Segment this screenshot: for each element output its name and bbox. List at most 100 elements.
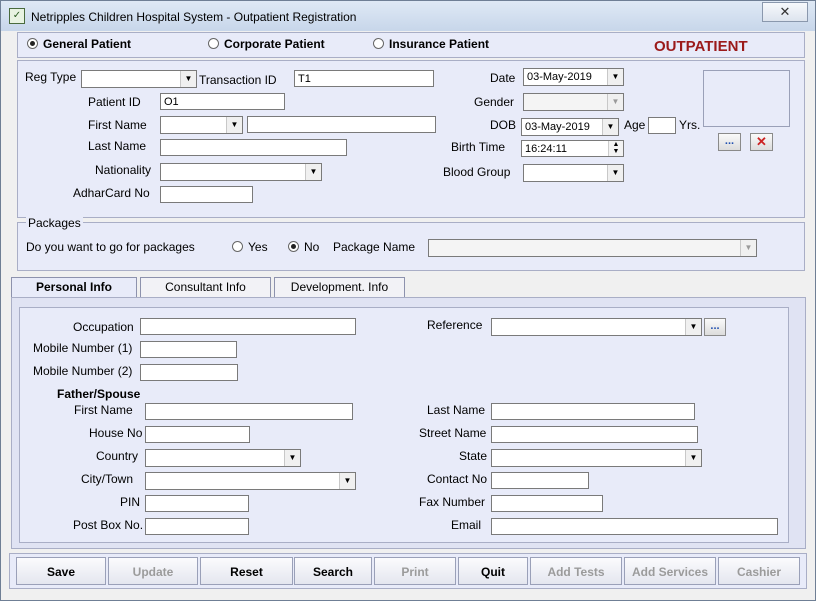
add-tests-button[interactable]: Add Tests [530, 557, 622, 585]
chevron-down-icon: ▼ [339, 473, 355, 489]
insurance-patient-label: Insurance Patient [389, 37, 490, 51]
birth-time-spinner[interactable]: 16:24:11 ▲ ▼ [521, 140, 624, 157]
add-services-button[interactable]: Add Services [624, 557, 716, 585]
add-services-label: Add Services [631, 565, 709, 579]
mobile1-label: Mobile Number (1) [33, 341, 133, 355]
house-no-field[interactable] [145, 426, 250, 443]
birth-time-value: 16:24:11 [525, 143, 568, 155]
adharcard-label: AdharCard No [73, 186, 150, 200]
close-window-button[interactable]: ✕ [762, 2, 808, 22]
date-picker[interactable]: 03-May-2019 ▼ [523, 68, 624, 86]
father-first-name-label: First Name [74, 403, 133, 417]
country-select[interactable]: ▼ [145, 449, 301, 467]
post-box-label: Post Box No. [73, 518, 144, 532]
save-button[interactable]: Save [16, 557, 106, 585]
occupation-label: Occupation [73, 320, 134, 334]
reset-label: Reset [230, 565, 263, 579]
photo-clear-button[interactable]: ✕ [750, 133, 773, 151]
patient-type-bar: General Patient Corporate Patient Insura… [17, 32, 805, 58]
post-box-field[interactable] [145, 518, 249, 535]
city-select[interactable]: ▼ [145, 472, 356, 490]
contact-no-field[interactable] [491, 472, 589, 489]
patient-photo-box [703, 70, 790, 127]
blood-group-label: Blood Group [443, 165, 511, 179]
first-name-field[interactable] [247, 116, 436, 133]
tab-consultant-info-label: Consultant Info [165, 280, 246, 294]
reference-browse-button[interactable]: ... [704, 318, 726, 336]
package-name-select[interactable]: ▼ [428, 239, 757, 257]
chevron-down-icon: ▼ [740, 240, 756, 256]
street-name-field[interactable] [491, 426, 698, 443]
dob-label: DOB [490, 118, 517, 132]
insurance-patient-radio[interactable]: Insurance Patient [373, 37, 489, 51]
occupation-field[interactable] [140, 318, 356, 335]
father-last-name-field[interactable] [491, 403, 695, 420]
radio-icon [208, 38, 219, 49]
reference-label: Reference [427, 318, 483, 332]
chevron-down-icon: ▼ [284, 450, 300, 466]
state-select[interactable]: ▼ [491, 449, 702, 467]
fax-number-label: Fax Number [419, 495, 486, 509]
packages-panel: Packages Do you want to go for packages … [17, 216, 805, 271]
tab-personal-info[interactable]: Personal Info [11, 277, 137, 299]
reset-button[interactable]: Reset [200, 557, 293, 585]
reg-type-label: Reg Type [25, 70, 77, 84]
quit-button[interactable]: Quit [458, 557, 528, 585]
patient-id-field[interactable]: O1 [160, 93, 285, 110]
age-field[interactable] [648, 117, 676, 134]
photo-browse-button[interactable]: ... [718, 133, 741, 151]
packages-yes-label: Yes [248, 240, 268, 254]
chevron-down-icon: ▼ [305, 164, 321, 180]
reference-select[interactable]: ▼ [491, 318, 702, 336]
spinner-arrows-icon[interactable]: ▲ ▼ [608, 141, 623, 156]
general-patient-radio[interactable]: General Patient [27, 37, 131, 51]
packages-yes-radio[interactable]: Yes [232, 240, 268, 254]
dob-picker[interactable]: 03-May-2019 ▼ [521, 118, 619, 136]
search-button[interactable]: Search [294, 557, 372, 585]
blood-group-select[interactable]: ▼ [523, 164, 624, 182]
chevron-down-icon: ▼ [685, 319, 701, 335]
age-label: Age [624, 118, 646, 132]
pin-label: PIN [120, 495, 141, 509]
pin-field[interactable] [145, 495, 249, 512]
tab-consultant-info[interactable]: Consultant Info [140, 277, 271, 297]
nationality-select[interactable]: ▼ [160, 163, 322, 181]
title-select[interactable]: ▼ [160, 116, 243, 134]
date-label: Date [490, 71, 516, 85]
cashier-button[interactable]: Cashier [718, 557, 800, 585]
update-button[interactable]: Update [108, 557, 198, 585]
father-first-name-field[interactable] [145, 403, 353, 420]
mobile2-field[interactable] [140, 364, 238, 381]
update-label: Update [132, 565, 174, 579]
quit-label: Quit [481, 565, 505, 579]
delete-icon: ✕ [756, 134, 767, 149]
packages-question: Do you want to go for packages [26, 240, 195, 254]
print-button[interactable]: Print [374, 557, 456, 585]
first-name-label: First Name [88, 118, 147, 132]
patient-id-label: Patient ID [88, 95, 141, 109]
package-name-label: Package Name [333, 240, 416, 254]
chevron-down-icon: ▼ [607, 69, 623, 85]
state-label: State [459, 449, 488, 463]
reg-type-select[interactable]: ▼ [81, 70, 197, 88]
street-name-label: Street Name [419, 426, 487, 440]
transaction-id-label: Transaction ID [199, 73, 277, 87]
adharcard-field[interactable] [160, 186, 253, 203]
transaction-id-field[interactable]: T1 [294, 70, 434, 87]
tab-development-info[interactable]: Development. Info [274, 277, 405, 297]
packages-no-radio[interactable]: No [288, 240, 319, 254]
radio-icon [232, 241, 243, 252]
fax-number-field[interactable] [491, 495, 603, 512]
gender-select[interactable]: ▼ [523, 93, 624, 111]
mobile1-field[interactable] [140, 341, 237, 358]
action-bar: Save Update Reset Search Print Quit Add … [9, 553, 807, 589]
window-title: Netripples Children Hospital System - Ou… [31, 10, 357, 24]
corporate-patient-label: Corporate Patient [224, 37, 325, 51]
app-icon: ✓ [9, 8, 25, 24]
house-no-label: House No [89, 426, 143, 440]
corporate-patient-radio[interactable]: Corporate Patient [208, 37, 325, 51]
add-tests-label: Add Tests [547, 565, 605, 579]
last-name-field[interactable] [160, 139, 347, 156]
email-field[interactable] [491, 518, 778, 535]
search-label: Search [312, 565, 354, 579]
